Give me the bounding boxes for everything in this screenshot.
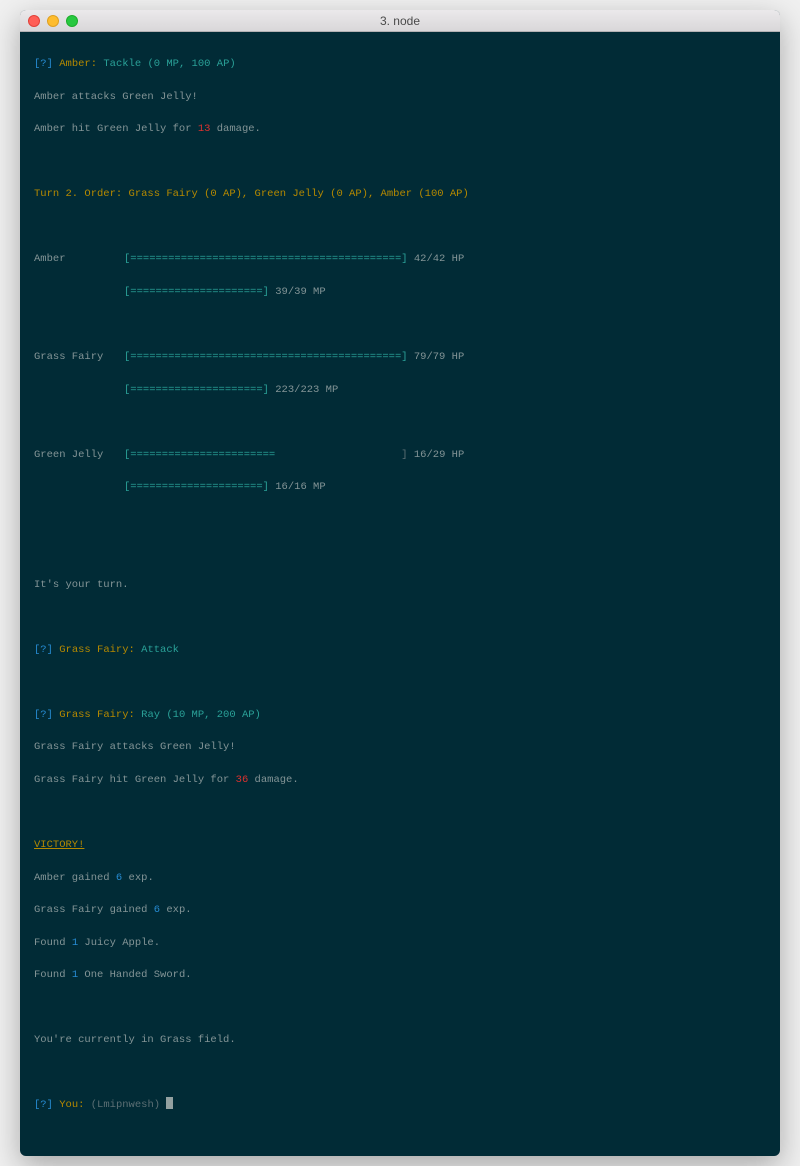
hp-bar: [======================= ] xyxy=(124,447,408,463)
terminal-window: 3. node [?] Amber: Tackle (0 MP, 100 AP)… xyxy=(20,10,780,1156)
reward-line: Amber gained 6 exp. xyxy=(34,870,766,886)
action-prompt-gf: [?] Grass Fairy: Attack xyxy=(34,642,766,658)
move-prompt-gf: [?] Grass Fairy: Ray (10 MP, 200 AP) xyxy=(34,707,766,723)
cursor-icon xyxy=(166,1097,173,1109)
reward-line: Found 1 Juicy Apple. xyxy=(34,935,766,951)
log-line: Grass Fairy hit Green Jelly for 36 damag… xyxy=(34,772,766,788)
input-prompt[interactable]: [?] You: (Lmipnwesh) xyxy=(34,1097,766,1113)
reward-line: Grass Fairy gained 6 exp. xyxy=(34,902,766,918)
window-title: 3. node xyxy=(20,14,780,28)
victory-line: VICTORY! xyxy=(34,837,766,853)
status-row: Amber[==================================… xyxy=(34,251,766,267)
terminal-body[interactable]: [?] Amber: Tackle (0 MP, 100 AP) Amber a… xyxy=(20,32,780,1156)
log-line: Amber attacks Green Jelly! xyxy=(34,89,766,105)
action-prompt-amber: [?] Amber: Tackle (0 MP, 100 AP) xyxy=(34,56,766,72)
hp-bar: [=======================================… xyxy=(124,251,408,267)
status-row: Grass Fairy[============================… xyxy=(34,349,766,365)
titlebar: 3. node xyxy=(20,10,780,32)
log-line: Amber hit Green Jelly for 13 damage. xyxy=(34,121,766,137)
reward-line: Found 1 One Handed Sword. xyxy=(34,967,766,983)
status-row: Green Jelly[======================= ] 16… xyxy=(34,447,766,463)
your-turn: It's your turn. xyxy=(34,577,766,593)
mp-bar: [=====================] xyxy=(124,284,269,300)
log-line: Grass Fairy attacks Green Jelly! xyxy=(34,739,766,755)
location-line: You're currently in Grass field. xyxy=(34,1032,766,1048)
turn-header: Turn 2. Order: Grass Fairy (0 AP), Green… xyxy=(34,186,766,202)
mp-bar: [=====================] xyxy=(124,382,269,398)
mp-bar: [=====================] xyxy=(124,479,269,495)
hp-bar: [=======================================… xyxy=(124,349,408,365)
